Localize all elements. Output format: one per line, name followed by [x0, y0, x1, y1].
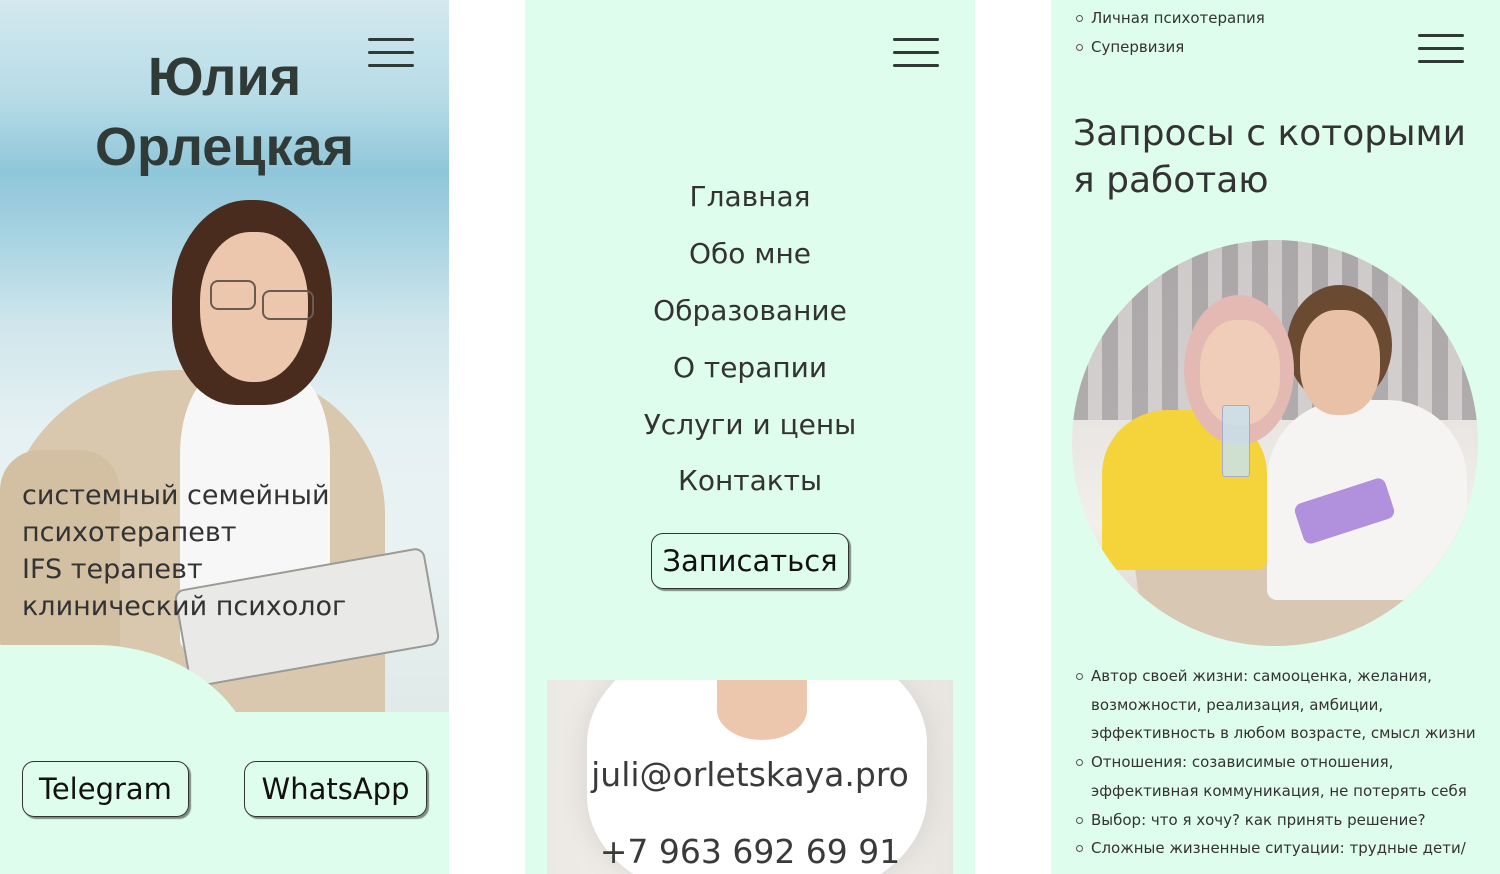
services-panel: Личная психотерапия Супервизия Запросы с… [1051, 0, 1500, 874]
role-line: системный семейный [22, 480, 330, 511]
photo-woman-face [1300, 310, 1380, 415]
list-item: Автор своей жизни: самооценка, желания, … [1051, 662, 1500, 748]
section-title: Запросы с которыми я работаю [1073, 110, 1493, 204]
photo-neck [717, 680, 807, 740]
nav-item-education[interactable]: Образование [525, 294, 975, 327]
role-line: психотерапевт [22, 517, 237, 548]
nav-item-contacts[interactable]: Контакты [525, 464, 975, 497]
list-item: Выбор: что я хочу? как принять решение? [1051, 806, 1500, 835]
hamburger-menu-icon[interactable] [1418, 34, 1464, 64]
hero-name-last: Орлецкая [94, 117, 355, 177]
email-link[interactable]: juli@orletskaya.pro [547, 755, 953, 794]
hero-panel: Юлия Орлецкая системный семейный психоте… [0, 0, 449, 874]
section-title-line: я работаю [1073, 160, 1269, 201]
list-item: Личная психотерапия [1051, 4, 1500, 33]
photo-glass [1222, 405, 1250, 477]
list-item: Отношения: созависимые отношения, эффект… [1051, 748, 1500, 805]
role-line: клинический психолог [22, 591, 347, 622]
menu-panel: Главная Обо мне Образование О терапии Ус… [525, 0, 975, 874]
requests-photo [1072, 240, 1478, 646]
nav-item-therapy[interactable]: О терапии [525, 351, 975, 384]
requests-list: Автор своей жизни: самооценка, желания, … [1051, 662, 1500, 863]
hamburger-menu-icon[interactable] [893, 38, 939, 68]
list-item: Сложные жизненные ситуации: трудные дети… [1051, 834, 1500, 863]
telegram-button[interactable]: Telegram [22, 761, 189, 817]
contact-photo: juli@orletskaya.pro +7 963 692 69 91 [547, 680, 953, 874]
nav-item-home[interactable]: Главная [525, 180, 975, 213]
nav-item-services-prices[interactable]: Услуги и цены [525, 408, 975, 441]
role-line: IFS терапевт [22, 554, 203, 585]
hamburger-menu-icon[interactable] [368, 38, 414, 68]
signup-button[interactable]: Записаться [651, 533, 849, 589]
phone-link[interactable]: +7 963 692 69 91 [547, 832, 953, 871]
whatsapp-button[interactable]: WhatsApp [244, 761, 427, 817]
photo-glasses-right [262, 290, 314, 320]
section-title-line: Запросы с которыми [1073, 113, 1467, 154]
photo-glasses-left [210, 280, 256, 310]
nav-item-about[interactable]: Обо мне [525, 237, 975, 270]
